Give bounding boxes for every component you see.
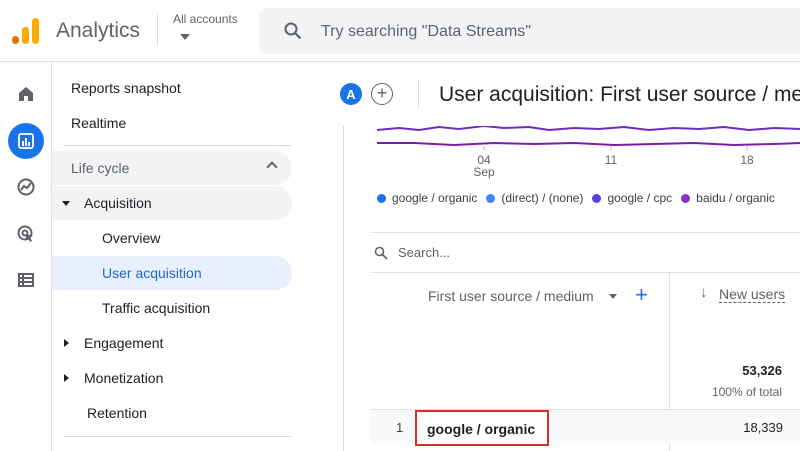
legend-label: baidu / organic	[696, 191, 775, 205]
nav-lifecycle-header[interactable]: Life cycle	[52, 151, 292, 185]
app-name: Analytics	[56, 19, 141, 42]
nav-divider	[64, 145, 292, 146]
nav-user-acquisition[interactable]: User acquisition	[52, 256, 292, 290]
caret-down-icon	[62, 200, 70, 206]
add-comparison-icon[interactable]: +	[371, 83, 393, 105]
row-index: 1	[396, 420, 404, 435]
row-dimension-value[interactable]: google / organic	[415, 410, 549, 446]
legend-label: (direct) / (none)	[501, 191, 584, 205]
reports-icon[interactable]	[8, 123, 44, 159]
x-tick-label: 11	[605, 153, 618, 167]
card-divider	[371, 272, 800, 273]
card-divider	[371, 232, 800, 233]
metric-column-header[interactable]: New users	[719, 286, 786, 303]
chevron-up-icon	[266, 161, 278, 173]
nav-acquisition-label: Acquisition	[84, 195, 152, 211]
advertising-icon[interactable]	[8, 216, 44, 252]
x-tick-label: 18	[740, 153, 754, 167]
account-selector-label[interactable]: All accounts	[173, 12, 238, 26]
legend-item[interactable]: (direct) / (none)	[486, 191, 583, 205]
metric-total-percent: 100% of total	[711, 385, 782, 399]
line-chart: 04Sep11 18	[376, 126, 800, 179]
legend-label: google / organic	[392, 191, 478, 205]
header-divider	[157, 14, 158, 46]
page-title: User acquisition: First user source / me…	[439, 83, 800, 106]
top-bar: Analytics All accounts Try searching "Da…	[0, 0, 800, 62]
add-dimension-icon[interactable]: +	[635, 282, 648, 308]
sort-arrow-icon[interactable]: ↓	[700, 284, 708, 301]
reports-nav: Reports snapshot Realtime Life cycle Acq…	[52, 62, 296, 451]
table-search-input[interactable]: Search...	[398, 245, 450, 260]
caret-right-icon	[64, 374, 69, 382]
nav-traffic-acquisition[interactable]: Traffic acquisition	[52, 291, 292, 325]
dimension-column-header[interactable]: First user source / medium	[428, 288, 594, 304]
legend-dot-icon	[377, 193, 386, 203]
nav-monetization-label: Monetization	[84, 370, 164, 386]
search-icon	[374, 246, 388, 260]
nav-divider	[64, 436, 292, 437]
search-bar[interactable]: Try searching "Data Streams"	[259, 8, 800, 54]
nav-reports-snapshot[interactable]: Reports snapshot	[52, 71, 292, 105]
search-placeholder: Try searching "Data Streams"	[321, 23, 531, 40]
home-icon[interactable]	[8, 76, 44, 112]
series-line	[376, 126, 800, 132]
nav-engagement[interactable]: Engagement	[52, 326, 292, 360]
dimension-dropdown-icon[interactable]	[609, 294, 617, 299]
nav-acquisition[interactable]: Acquisition	[52, 186, 292, 220]
legend-item[interactable]: google / organic	[377, 191, 477, 205]
nav-rail	[0, 62, 52, 451]
chart-legend: google / organic (direct) / (none) google …	[377, 191, 784, 206]
header-divider	[418, 80, 419, 108]
table-row[interactable]: 1 google / organic 18,339	[371, 409, 800, 446]
row-metric-value: 18,339	[743, 420, 783, 435]
nav-monetization[interactable]: Monetization	[52, 361, 292, 395]
nav-realtime[interactable]: Realtime	[52, 106, 292, 140]
metric-total: 53,326	[742, 363, 782, 378]
legend-item[interactable]: google / cpc	[592, 191, 672, 205]
report-card: 04 Sep 11 18 google / organic (direct) / (no…	[343, 126, 800, 451]
x-tick-sublabel: Sep	[473, 165, 495, 179]
legend-label: google / cpc	[607, 191, 673, 205]
caret-right-icon	[64, 339, 69, 347]
legend-item[interactable]: baidu / organic	[681, 191, 775, 205]
nav-overview[interactable]: Overview	[52, 221, 292, 255]
search-icon	[284, 22, 302, 40]
explore-icon[interactable]	[8, 169, 44, 205]
series-line	[377, 141, 800, 147]
report-header: A + User acquisition: First user source …	[296, 62, 800, 126]
legend-dot-icon	[486, 193, 496, 203]
account-dropdown-icon[interactable]	[180, 34, 190, 40]
nav-engagement-label: Engagement	[84, 335, 164, 351]
comparison-avatar[interactable]: A	[340, 83, 362, 105]
legend-dot-icon	[592, 193, 602, 203]
configure-icon[interactable]	[8, 262, 44, 298]
legend-dot-icon	[681, 193, 691, 203]
nav-lifecycle-label: Life cycle	[71, 160, 130, 176]
analytics-logo-icon[interactable]	[10, 16, 40, 46]
nav-retention[interactable]: Retention	[52, 396, 292, 430]
